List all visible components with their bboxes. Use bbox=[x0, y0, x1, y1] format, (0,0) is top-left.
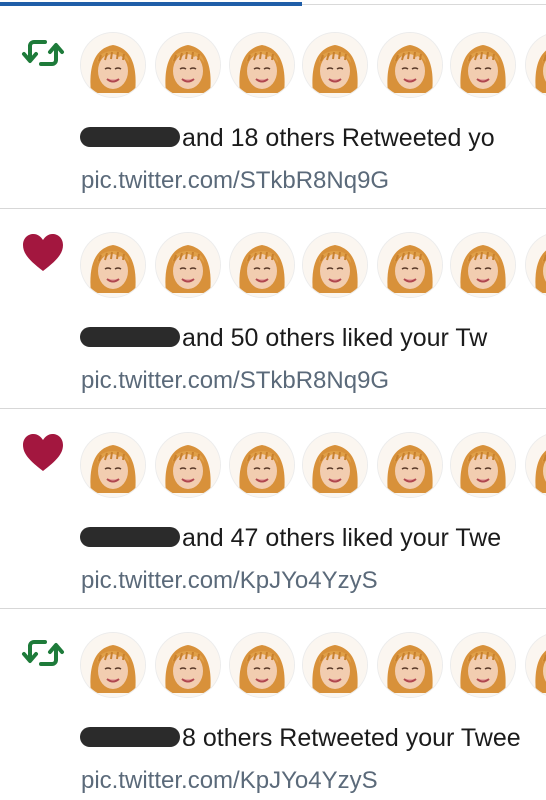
avatar[interactable] bbox=[451, 33, 515, 97]
notification-summary[interactable]: and 50 others liked your Tw bbox=[80, 320, 546, 356]
avatar[interactable] bbox=[451, 633, 515, 697]
redacted-username bbox=[80, 327, 180, 348]
redacted-username bbox=[80, 527, 180, 548]
active-tab-underline bbox=[0, 2, 302, 6]
tab-indicator bbox=[0, 0, 546, 8]
avatar[interactable] bbox=[81, 233, 145, 297]
tweet-link[interactable]: pic.twitter.com/KpJYo4YzyS bbox=[81, 563, 378, 599]
notifications-screen: and 18 others Retweeted yo pic.twitter.co… bbox=[0, 0, 546, 800]
avatar[interactable] bbox=[156, 33, 220, 97]
redacted-username bbox=[80, 727, 180, 748]
avatar[interactable] bbox=[156, 633, 220, 697]
notification-item[interactable]: and 18 others Retweeted yo pic.twitter.co… bbox=[0, 9, 546, 209]
summary-text: and 50 others liked your Tw bbox=[182, 324, 488, 352]
avatar[interactable] bbox=[230, 33, 294, 97]
avatar[interactable] bbox=[303, 633, 367, 697]
avatar[interactable] bbox=[451, 233, 515, 297]
tweet-link[interactable]: pic.twitter.com/STkbR8Nq9G bbox=[81, 363, 389, 399]
heart-icon bbox=[20, 230, 66, 276]
avatar[interactable] bbox=[230, 233, 294, 297]
avatar[interactable] bbox=[303, 33, 367, 97]
notification-item[interactable]: and 47 others liked your Twe pic.twitter.… bbox=[0, 409, 546, 609]
retweet-icon bbox=[20, 30, 66, 76]
avatar[interactable] bbox=[230, 433, 294, 497]
avatar[interactable] bbox=[378, 233, 442, 297]
notification-summary[interactable]: 8 others Retweeted your Twee bbox=[80, 720, 546, 756]
tweet-link[interactable]: pic.twitter.com/KpJYo4YzyS bbox=[81, 763, 378, 799]
summary-text: and 18 others Retweeted yo bbox=[182, 124, 495, 152]
avatar[interactable] bbox=[156, 433, 220, 497]
avatar[interactable] bbox=[526, 33, 546, 97]
avatar[interactable] bbox=[303, 433, 367, 497]
tweet-link[interactable]: pic.twitter.com/STkbR8Nq9G bbox=[81, 163, 389, 199]
summary-text: and 47 others liked your Twe bbox=[182, 524, 502, 552]
notification-item[interactable]: 8 others Retweeted your Twee pic.twitter.… bbox=[0, 609, 546, 800]
avatar[interactable] bbox=[303, 233, 367, 297]
summary-text: 8 others Retweeted your Twee bbox=[182, 724, 521, 752]
avatar[interactable] bbox=[230, 633, 294, 697]
avatar[interactable] bbox=[526, 433, 546, 497]
avatar[interactable] bbox=[378, 33, 442, 97]
avatar[interactable] bbox=[81, 633, 145, 697]
avatar[interactable] bbox=[526, 633, 546, 697]
notification-summary[interactable]: and 47 others liked your Twe bbox=[80, 520, 546, 556]
heart-icon bbox=[20, 430, 66, 476]
avatar[interactable] bbox=[378, 633, 442, 697]
avatar[interactable] bbox=[451, 433, 515, 497]
avatar[interactable] bbox=[526, 233, 546, 297]
notification-item[interactable]: and 50 others liked your Tw pic.twitter.c… bbox=[0, 209, 546, 409]
avatar[interactable] bbox=[81, 33, 145, 97]
notification-summary[interactable]: and 18 others Retweeted yo bbox=[80, 120, 546, 156]
retweet-icon bbox=[20, 630, 66, 676]
redacted-username bbox=[80, 127, 180, 148]
avatar[interactable] bbox=[156, 233, 220, 297]
tab-divider bbox=[302, 4, 546, 5]
avatar[interactable] bbox=[81, 433, 145, 497]
avatar[interactable] bbox=[378, 433, 442, 497]
